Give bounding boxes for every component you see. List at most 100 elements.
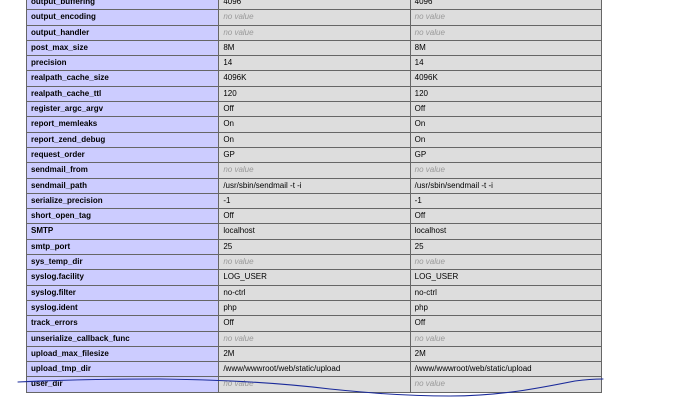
local-value: no value: [218, 24, 411, 41]
directive-name: upload_max_filesize: [25, 345, 220, 363]
master-value: Off: [409, 208, 603, 225]
directive-row: syslog.facility LOG_USER LOG_USER: [25, 269, 603, 286]
local-value: 120: [218, 85, 411, 103]
directive-row: precision 14 14: [25, 55, 603, 72]
directive-row: sys_temp_dir no value no value: [25, 254, 603, 271]
directive-name: sendmail_from: [25, 162, 220, 179]
local-value: /www/wwwroot/web/static/upload: [218, 361, 411, 378]
master-value: no value: [409, 330, 603, 347]
directive-row: request_order GP GP: [25, 146, 603, 164]
local-value: no value: [218, 376, 411, 393]
directive-name: sys_temp_dir: [25, 254, 220, 271]
directive-row: report_zend_debug On On: [25, 131, 603, 148]
directive-name: smtp_port: [25, 238, 220, 256]
directive-row: SMTP localhost localhost: [25, 223, 603, 240]
local-value: Off: [218, 101, 411, 118]
directive-name: post_max_size: [25, 39, 220, 57]
local-value: php: [218, 299, 411, 317]
directive-name: syslog.facility: [25, 269, 220, 286]
local-value: no-ctrl: [218, 284, 411, 301]
directive-row: smtp_port 25 25: [25, 238, 603, 256]
directive-row: user_dir no value no value: [25, 376, 603, 393]
directive-name: upload_tmp_dir: [25, 361, 220, 378]
local-value: Off: [218, 315, 411, 332]
master-value: 2M: [409, 345, 603, 363]
directive-row: syslog.filter no-ctrl no-ctrl: [25, 284, 603, 301]
master-value: localhost: [409, 223, 603, 240]
master-value: Off: [409, 101, 603, 118]
directive-row: register_argc_argv Off Off: [25, 101, 603, 118]
local-value: On: [218, 116, 411, 133]
master-value: 25: [409, 238, 603, 256]
master-value: no value: [409, 162, 603, 179]
directive-row: track_errors Off Off: [25, 315, 603, 332]
local-value: 25: [218, 238, 411, 256]
directive-name: unserialize_callback_func: [25, 330, 220, 347]
local-value: 4096K: [218, 70, 411, 87]
directive-name: register_argc_argv: [25, 101, 220, 118]
master-value: no value: [409, 9, 603, 26]
directive-name: SMTP: [25, 223, 220, 240]
directive-name: realpath_cache_ttl: [25, 85, 220, 103]
master-value: 8M: [409, 39, 603, 57]
master-value: 14: [409, 55, 603, 72]
local-value: 8M: [218, 39, 411, 57]
master-value: On: [409, 116, 603, 133]
master-value: On: [409, 131, 603, 148]
master-value: -1: [409, 192, 603, 210]
directive-name: serialize_precision: [25, 192, 220, 210]
directive-row: upload_max_filesize 2M 2M: [25, 345, 603, 363]
local-value: 2M: [218, 345, 411, 363]
master-value: /www/wwwroot/web/static/upload: [409, 361, 603, 378]
directive-row: upload_tmp_dir/www/wwwroot/web/static/up…: [25, 361, 603, 378]
master-value: Off: [409, 315, 603, 332]
local-value: Off: [218, 208, 411, 225]
directive-row: syslog.ident php php: [25, 299, 603, 317]
directives-table-body: output_buffering 4096 4096 output_encoding n…: [25, 0, 603, 393]
directive-name: request_order: [25, 146, 220, 164]
phpinfo-page: output_buffering 4096 4096 output_encoding n…: [0, 0, 688, 400]
local-value: -1: [218, 192, 411, 210]
master-value: no value: [409, 376, 603, 393]
master-value: 4096K: [409, 70, 603, 87]
local-value: no value: [218, 254, 411, 271]
directive-name: output_handler: [25, 24, 220, 41]
master-value: /usr/sbin/sendmail -t -i: [409, 177, 603, 194]
master-value: 120: [409, 85, 603, 103]
directive-name: output_buffering: [25, 0, 220, 11]
directive-row: sendmail_path/usr/sbin/sendmail -t -i/us…: [25, 177, 603, 194]
directive-name: report_zend_debug: [25, 131, 220, 148]
directive-name: realpath_cache_size: [25, 70, 220, 87]
master-value: php: [409, 299, 603, 317]
directive-name: sendmail_path: [25, 177, 220, 194]
directive-name: syslog.filter: [25, 284, 220, 301]
directive-row: serialize_precision -1 -1: [25, 192, 603, 210]
directive-name: precision: [25, 55, 220, 72]
php-directives-table: output_buffering 4096 4096 output_encoding n…: [25, 0, 603, 393]
directive-name: output_encoding: [25, 9, 220, 26]
local-value: On: [218, 131, 411, 148]
directive-row: output_handler no value no value: [25, 24, 603, 41]
master-value: no-ctrl: [409, 284, 603, 301]
local-value: /usr/sbin/sendmail -t -i: [218, 177, 411, 194]
local-value: 14: [218, 55, 411, 72]
master-value: GP: [409, 146, 603, 164]
master-value: LOG_USER: [409, 269, 603, 286]
local-value: localhost: [218, 223, 411, 240]
master-value: 4096: [409, 0, 603, 11]
master-value: no value: [409, 24, 603, 41]
directive-row: short_open_tag Off Off: [25, 208, 603, 225]
directive-name: report_memleaks: [25, 116, 220, 133]
directive-row: report_memleaks On On: [25, 116, 603, 133]
directive-row: unserialize_callback_func no value no valu…: [25, 330, 603, 347]
directive-name: syslog.ident: [25, 299, 220, 317]
directive-row: post_max_size 8M 8M: [25, 39, 603, 57]
directive-row: sendmail_from no value no value: [25, 162, 603, 179]
local-value: LOG_USER: [218, 269, 411, 286]
local-value: GP: [218, 146, 411, 164]
directive-name: short_open_tag: [25, 208, 220, 225]
local-value: no value: [218, 330, 411, 347]
directive-row: output_encoding no value no value: [25, 9, 603, 26]
directive-row: output_buffering 4096 4096: [25, 0, 603, 11]
directive-row: realpath_cache_ttl 120 120: [25, 85, 603, 103]
